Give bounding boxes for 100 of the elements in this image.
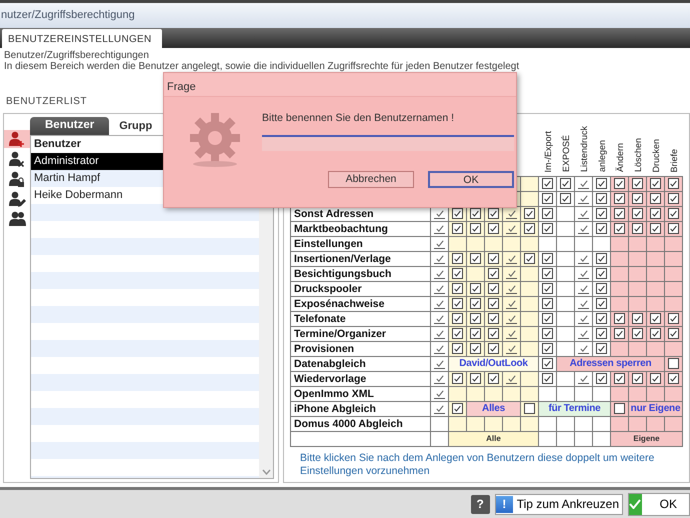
- checkbox[interactable]: [542, 253, 553, 264]
- checkbox[interactable]: [524, 223, 535, 234]
- checkbox[interactable]: [542, 358, 553, 369]
- checkbox[interactable]: [470, 253, 481, 264]
- checkbox[interactable]: [542, 343, 553, 354]
- checkbox[interactable]: [560, 178, 571, 189]
- checkbox[interactable]: [470, 343, 481, 354]
- checkbox[interactable]: [668, 328, 679, 339]
- checkbox[interactable]: [632, 313, 643, 324]
- checkbox[interactable]: [470, 328, 481, 339]
- checkbox[interactable]: [470, 208, 481, 219]
- checkbox[interactable]: [632, 373, 643, 384]
- checkbox[interactable]: [596, 253, 607, 264]
- checkbox[interactable]: [452, 403, 463, 414]
- checkbox[interactable]: [596, 223, 607, 234]
- checkbox[interactable]: [632, 193, 643, 204]
- checkbox[interactable]: [668, 193, 679, 204]
- checkbox[interactable]: [470, 283, 481, 294]
- checkbox[interactable]: [596, 283, 607, 294]
- checkbox[interactable]: [542, 298, 553, 309]
- checkbox[interactable]: [452, 328, 463, 339]
- checkbox[interactable]: [488, 208, 499, 219]
- checkbox[interactable]: [614, 373, 625, 384]
- tip-button[interactable]: ! Tip zum Ankreuzen: [494, 494, 623, 514]
- checkbox[interactable]: [488, 283, 499, 294]
- checkbox[interactable]: [542, 193, 553, 204]
- checkbox[interactable]: [542, 208, 553, 219]
- checkbox[interactable]: [668, 223, 679, 234]
- input-field[interactable]: [262, 134, 514, 151]
- checkbox[interactable]: [614, 328, 625, 339]
- checkbox[interactable]: [470, 313, 481, 324]
- checkbox[interactable]: [542, 178, 553, 189]
- checkbox[interactable]: [488, 253, 499, 264]
- checkbox[interactable]: [650, 313, 661, 324]
- checkbox[interactable]: [632, 328, 643, 339]
- dialog-button[interactable]: Abbrechen: [328, 171, 414, 188]
- checkbox[interactable]: [542, 268, 553, 279]
- checkbox[interactable]: [596, 268, 607, 279]
- checkbox[interactable]: [668, 313, 679, 324]
- dialog-button[interactable]: OK: [428, 171, 514, 188]
- checkbox[interactable]: [632, 178, 643, 189]
- checkbox[interactable]: [596, 298, 607, 309]
- checkbox[interactable]: [596, 178, 607, 189]
- help-button[interactable]: ?: [470, 494, 490, 514]
- checkbox[interactable]: [452, 283, 463, 294]
- checkbox[interactable]: [470, 223, 481, 234]
- checkbox[interactable]: [614, 208, 625, 219]
- checkbox[interactable]: [632, 223, 643, 234]
- checkbox[interactable]: [650, 208, 661, 219]
- checkbox[interactable]: [470, 373, 481, 384]
- checkbox[interactable]: [614, 193, 625, 204]
- checkbox[interactable]: [470, 298, 481, 309]
- checkbox[interactable]: [542, 328, 553, 339]
- checkbox[interactable]: [650, 178, 661, 189]
- checkbox[interactable]: [452, 208, 463, 219]
- checkbox[interactable]: [488, 223, 499, 234]
- checkbox[interactable]: [596, 328, 607, 339]
- checkbox[interactable]: [452, 298, 463, 309]
- checkbox[interactable]: [452, 313, 463, 324]
- checkbox[interactable]: [668, 373, 679, 384]
- checkbox[interactable]: [614, 403, 625, 414]
- checkbox[interactable]: [452, 268, 463, 279]
- checkbox[interactable]: [614, 313, 625, 324]
- checkbox[interactable]: [488, 373, 499, 384]
- tab[interactable]: Grupp: [109, 117, 152, 135]
- checkbox[interactable]: [596, 313, 607, 324]
- checkbox[interactable]: [668, 178, 679, 189]
- checkbox[interactable]: [650, 223, 661, 234]
- checkbox[interactable]: [560, 193, 571, 204]
- checkbox[interactable]: [452, 253, 463, 264]
- checkbox[interactable]: [596, 208, 607, 219]
- user-add-button[interactable]: [4, 130, 30, 148]
- checkbox[interactable]: [488, 343, 499, 354]
- checkbox[interactable]: [542, 373, 553, 384]
- checkbox[interactable]: [488, 298, 499, 309]
- checkbox[interactable]: [650, 193, 661, 204]
- checkbox[interactable]: [650, 328, 661, 339]
- checkbox[interactable]: [542, 283, 553, 294]
- checkbox[interactable]: [614, 223, 625, 234]
- checkbox[interactable]: [488, 313, 499, 324]
- checkbox[interactable]: [452, 373, 463, 384]
- ok-button[interactable]: OK: [628, 492, 690, 516]
- checkbox[interactable]: [668, 208, 679, 219]
- checkbox[interactable]: [452, 223, 463, 234]
- checkbox[interactable]: [668, 358, 679, 369]
- checkbox[interactable]: [524, 208, 535, 219]
- tab[interactable]: BENUTZEREINSTELLUNGEN: [2, 29, 162, 48]
- checkbox[interactable]: [632, 208, 643, 219]
- checkbox[interactable]: [524, 403, 535, 414]
- checkbox[interactable]: [488, 328, 499, 339]
- checkbox[interactable]: [542, 223, 553, 234]
- checkbox[interactable]: [650, 373, 661, 384]
- checkbox[interactable]: [488, 268, 499, 279]
- checkbox[interactable]: [614, 178, 625, 189]
- checkbox[interactable]: [596, 373, 607, 384]
- checkbox[interactable]: [452, 343, 463, 354]
- checkbox[interactable]: [596, 193, 607, 204]
- tab[interactable]: Benutzer: [30, 117, 110, 135]
- checkbox[interactable]: [596, 343, 607, 354]
- checkbox[interactable]: [524, 253, 535, 264]
